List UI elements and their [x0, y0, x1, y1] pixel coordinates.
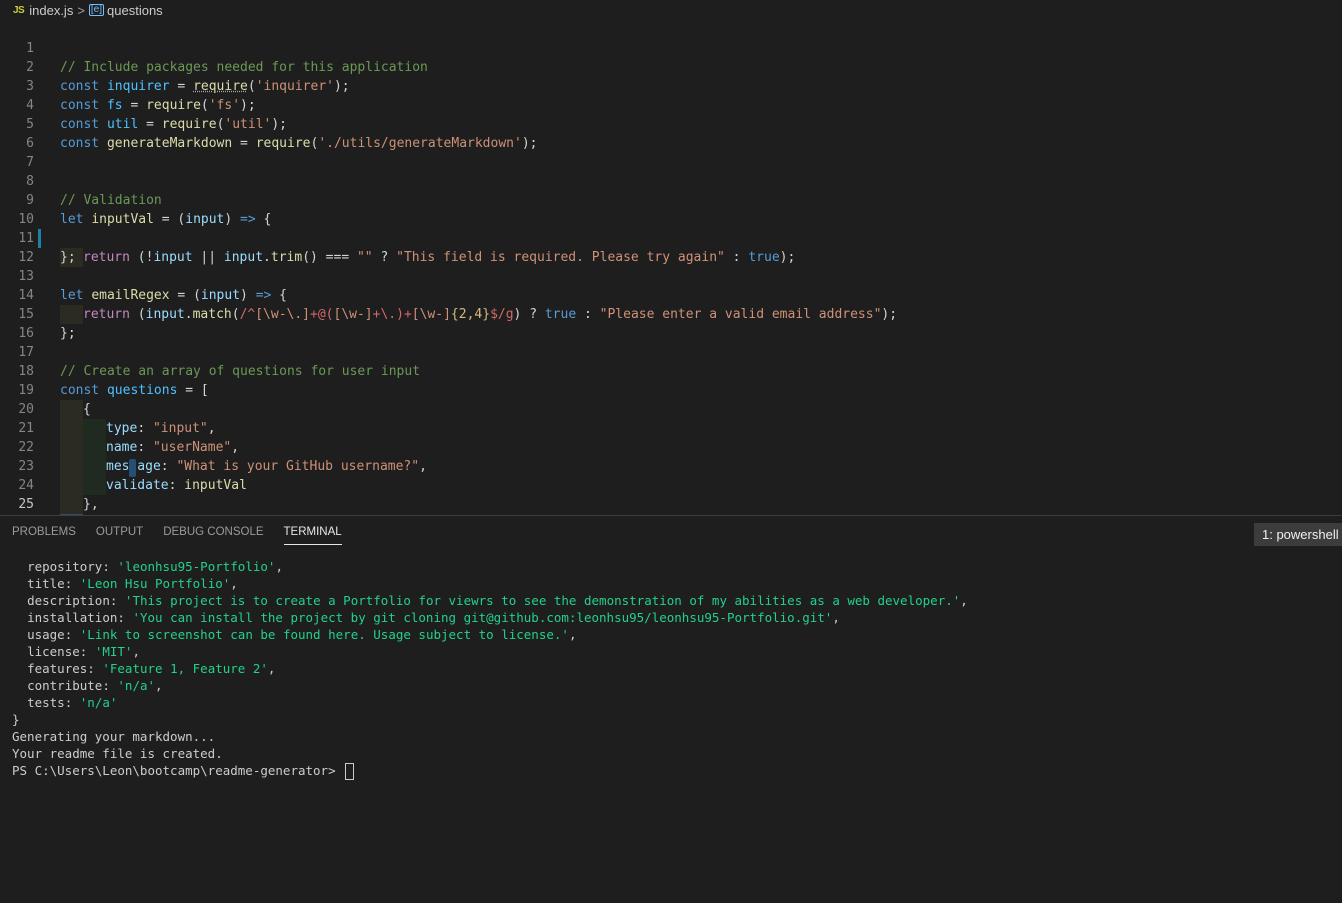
code-line[interactable]: 17 // Create an array of questions for u…	[0, 324, 1342, 379]
code-line[interactable]: 11 };	[0, 210, 1342, 265]
code-line[interactable]: 19 {	[0, 362, 1342, 419]
terminal-line: Generating your markdown...	[12, 729, 216, 744]
code-line[interactable]: 10 return (!input || input.trim() === ""…	[0, 191, 1342, 267]
code-line[interactable]: 15 };	[0, 286, 1342, 341]
chevron-right-icon: >	[77, 2, 85, 18]
code-line[interactable]: 24 },	[0, 457, 1342, 514]
code-editor[interactable]: 1 // Include packages needed for this ap…	[0, 20, 1342, 515]
code-line[interactable]: 13 let emailRegex = (input) => {	[0, 248, 1342, 303]
panel-tabs: PROBLEMS OUTPUT DEBUG CONSOLE TERMINAL	[12, 526, 342, 545]
code-line[interactable]: 14 return (input.match(/^[\w-\.]+@([\w-]…	[0, 267, 1342, 324]
code-line[interactable]: 7	[0, 134, 1342, 170]
tab-debug-console[interactable]: DEBUG CONSOLE	[163, 526, 263, 545]
terminal-output[interactable]: repository: 'leonhsu95-Portfolio', title…	[12, 558, 968, 780]
code-line[interactable]: 8 // Validation	[0, 153, 1342, 208]
code-line[interactable]: 6	[0, 115, 1342, 151]
terminal-line: usage: 'Link to screenshot can be found …	[27, 627, 577, 642]
javascript-file-icon: JS	[13, 4, 25, 16]
terminal-cursor	[345, 763, 355, 780]
code-line[interactable]: 22 message: "What is your GitHub usernam…	[0, 419, 1342, 476]
tab-output[interactable]: OUTPUT	[96, 526, 143, 545]
terminal-prompt: PS C:\Users\Leon\bootcamp\readme-generat…	[12, 763, 336, 778]
breadcrumb: JS index.js > [e] questions	[0, 0, 1342, 20]
breadcrumb-symbol[interactable]: questions	[107, 3, 163, 18]
terminal-prompt-line[interactable]: PS C:\Users\Leon\bootcamp\readme-generat…	[12, 762, 968, 780]
code-line[interactable]: 16	[0, 305, 1342, 341]
code-line[interactable]: 20 type: "input",	[0, 381, 1342, 438]
code-line[interactable]: 5 const generateMarkdown = require('./ut…	[0, 96, 1342, 151]
code-line[interactable]: 3 const fs = require('fs');	[0, 58, 1342, 113]
code-line[interactable]: 21 name: "userName",	[0, 400, 1342, 457]
terminal-line: license: 'MIT',	[27, 644, 140, 659]
terminal-line: description: 'This project is to create …	[27, 593, 968, 608]
terminal-line: tests: 'n/a'	[27, 695, 118, 710]
tab-terminal[interactable]: TERMINAL	[283, 526, 342, 545]
code-line[interactable]: 12	[0, 229, 1342, 265]
code-line[interactable]: 23 validate: inputVal	[0, 438, 1342, 495]
terminal-line: }	[12, 712, 20, 727]
terminal-line: contribute: 'n/a',	[27, 678, 163, 693]
code-line-active[interactable]: 25 ···{	[0, 476, 1342, 515]
selection-highlight	[129, 459, 136, 477]
bottom-panel: PROBLEMS OUTPUT DEBUG CONSOLE TERMINAL 1…	[0, 516, 1342, 903]
code-line[interactable]: 18 const questions = [	[0, 343, 1342, 398]
tab-problems[interactable]: PROBLEMS	[12, 526, 76, 545]
terminal-line: features: 'Feature 1, Feature 2',	[27, 661, 276, 676]
code-line[interactable]: 4 const util = require('util');	[0, 77, 1342, 132]
terminal-select-dropdown[interactable]: 1: powershell	[1254, 523, 1342, 546]
code-line[interactable]: 9 let inputVal = (input) => {	[0, 172, 1342, 227]
code-line[interactable]: 26 type: "input",	[0, 495, 1342, 514]
terminal-line: Your readme file is created.	[12, 746, 223, 761]
terminal-line: installation: 'You can install the proje…	[27, 610, 840, 625]
terminal-line: title: 'Leon Hsu Portfolio',	[27, 576, 238, 591]
code-line[interactable]: 2 const inquirer = require('inquirer');	[0, 39, 1342, 94]
breadcrumb-file[interactable]: index.js	[29, 3, 73, 18]
terminal-line: repository: 'leonhsu95-Portfolio',	[27, 559, 283, 574]
variable-symbol-icon: [e]	[88, 4, 105, 16]
code-line[interactable]: 1 // Include packages needed for this ap…	[0, 20, 1342, 75]
